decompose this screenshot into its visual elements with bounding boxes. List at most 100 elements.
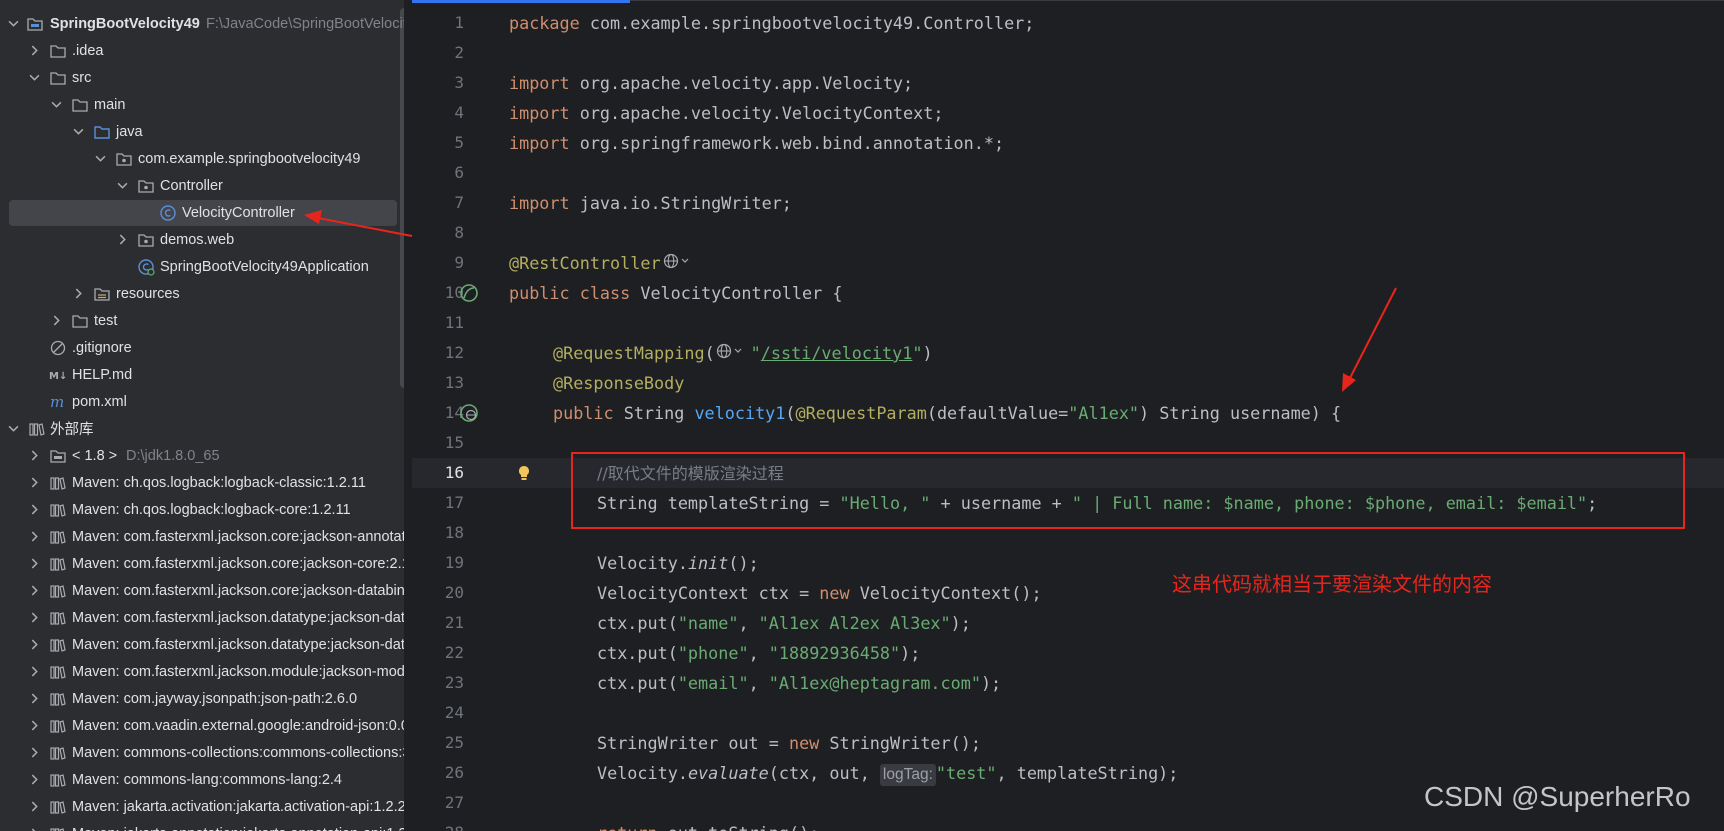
code-line[interactable]: 3 import org.apache.velocity.app.Velocity…: [412, 68, 1724, 98]
code-line[interactable]: 25 StringWriter out = new StringWriter();: [412, 728, 1724, 758]
code-line[interactable]: 22 ctx.put("phone", "18892936458");: [412, 638, 1724, 668]
chevron-right-icon[interactable]: [27, 611, 41, 625]
spring-boot-class-icon: [137, 258, 155, 276]
tree-item-library[interactable]: Maven: ch.qos.logback:logback-classic:1.…: [0, 469, 404, 496]
tree-item-library[interactable]: Maven: com.jayway.jsonpath:json-path:2.6…: [0, 685, 404, 712]
chevron-right-icon[interactable]: [27, 719, 41, 733]
tree-item-library[interactable]: Maven: commons-collections:commons-colle…: [0, 739, 404, 766]
tree-item-velocity-controller[interactable]: VelocityController: [0, 199, 404, 226]
chevron-right-icon[interactable]: [27, 530, 41, 544]
chevron-right-icon[interactable]: [27, 692, 41, 706]
tree-item-library[interactable]: Maven: jakarta.annotation:jakarta.annota…: [0, 820, 404, 831]
code-line[interactable]: 20 VelocityContext ctx = new VelocityCont…: [412, 578, 1724, 608]
code-editor[interactable]: 1 package com.example.springbootvelocity4…: [412, 0, 1724, 831]
code-line[interactable]: 14 public String velocity1(@RequestParam(…: [412, 398, 1724, 428]
code-line[interactable]: 1 package com.example.springbootvelocity4…: [412, 8, 1724, 38]
tree-item-library[interactable]: Maven: com.fasterxml.jackson.core:jackso…: [0, 577, 404, 604]
chevron-down-icon[interactable]: [49, 98, 63, 112]
code-line[interactable]: 9 @RestController: [412, 248, 1724, 278]
chevron-down-icon[interactable]: [6, 422, 20, 436]
tree-item-library[interactable]: Maven: com.fasterxml.jackson.core:jackso…: [0, 523, 404, 550]
code-line[interactable]: 24: [412, 698, 1724, 728]
tree-item-library[interactable]: Maven: com.fasterxml.jackson.core:jackso…: [0, 550, 404, 577]
chevron-right-icon[interactable]: [27, 746, 41, 760]
chevron-down-icon[interactable]: [115, 179, 129, 193]
tree-item-idea[interactable]: .idea: [0, 37, 404, 64]
line-number: 25: [444, 733, 464, 752]
code-line[interactable]: 21 ctx.put("name", "Al1ex Al2ex Al3ex");: [412, 608, 1724, 638]
code-line[interactable]: 5 import org.springframework.web.bind.ann…: [412, 128, 1724, 158]
tree-item-application[interactable]: SpringBootVelocity49Application: [0, 253, 404, 280]
code-text: Velocity.evaluate(ctx, out, logTag: "test…: [597, 758, 1178, 788]
package-icon: [137, 231, 155, 249]
code-line[interactable]: 8: [412, 218, 1724, 248]
chevron-right-icon[interactable]: [71, 287, 85, 301]
tree-item-src[interactable]: src: [0, 64, 404, 91]
tree-item-package[interactable]: com.example.springbootvelocity49: [0, 145, 404, 172]
active-tab-indicator: [412, 0, 630, 3]
tree-item-label: Maven: commons-lang:commons-lang:2.4: [72, 771, 342, 788]
code-line[interactable]: 4 import org.apache.velocity.VelocityCont…: [412, 98, 1724, 128]
chevron-right-icon[interactable]: [27, 773, 41, 787]
chevron-right-icon[interactable]: [115, 233, 129, 247]
chevron-right-icon[interactable]: [27, 584, 41, 598]
tree-item-library[interactable]: Maven: com.fasterxml.jackson.datatype:ja…: [0, 604, 404, 631]
tree-item-gitignore[interactable]: .gitignore: [0, 334, 404, 361]
tree-item-label: resources: [116, 285, 180, 302]
code-line[interactable]: 11: [412, 308, 1724, 338]
chevron-right-icon[interactable]: [27, 557, 41, 571]
tree-item-library[interactable]: Maven: com.fasterxml.jackson.module:jack…: [0, 658, 404, 685]
tree-item-help-md[interactable]: M↓ HELP.md: [0, 361, 404, 388]
chevron-down-icon[interactable]: [6, 17, 20, 31]
code-text: import org.springframework.web.bind.anno…: [509, 133, 1005, 153]
tree-item-controller[interactable]: Controller: [0, 172, 404, 199]
line-number: 27: [444, 793, 464, 812]
tree-item-pom-xml[interactable]: m pom.xml: [0, 388, 404, 415]
tree-root[interactable]: SpringBootVelocity49 F:\JavaCode\SpringB…: [0, 10, 404, 37]
tree-item-library[interactable]: Maven: com.fasterxml.jackson.datatype:ja…: [0, 631, 404, 658]
chevron-right-icon[interactable]: [27, 800, 41, 814]
code-line[interactable]: 28 return out.toString();: [412, 818, 1724, 831]
chevron-right-icon[interactable]: [27, 665, 41, 679]
tree-item-jdk[interactable]: < 1.8 > D:\jdk1.8.0_65: [0, 442, 404, 469]
chevron-right-icon[interactable]: [49, 314, 63, 328]
line-number: 12: [444, 343, 464, 362]
web-endpoint-gutter-icon[interactable]: [459, 403, 479, 423]
tree-item-demos-web[interactable]: demos.web: [0, 226, 404, 253]
tree-item-library[interactable]: Maven: ch.qos.logback:logback-core:1.2.1…: [0, 496, 404, 523]
chevron-right-icon[interactable]: [27, 44, 41, 58]
chevron-right-icon[interactable]: [27, 638, 41, 652]
tree-item-library[interactable]: Maven: com.vaadin.external.google:androi…: [0, 712, 404, 739]
chevron-down-icon[interactable]: [27, 71, 41, 85]
tree-item-java[interactable]: java: [0, 118, 404, 145]
chevron-right-icon[interactable]: [27, 476, 41, 490]
line-number: 16: [444, 463, 464, 482]
chevron-right-icon[interactable]: [27, 827, 41, 831]
tree-external-libraries[interactable]: 外部库: [0, 415, 404, 442]
tree-item-library[interactable]: Maven: commons-lang:commons-lang:2.4: [0, 766, 404, 793]
code-line[interactable]: 19 Velocity.init();: [412, 548, 1724, 578]
tree-item-label: test: [94, 312, 118, 329]
tree-item-test[interactable]: test: [0, 307, 404, 334]
tree-item-label: HELP.md: [72, 366, 133, 383]
tree-item-resources[interactable]: resources: [0, 280, 404, 307]
web-globe-icon[interactable]: [715, 339, 751, 369]
module-folder-icon: [26, 15, 44, 33]
spring-bean-gutter-icon[interactable]: [459, 283, 479, 303]
code-line[interactable]: 13 @ResponseBody: [412, 368, 1724, 398]
tree-item-main[interactable]: main: [0, 91, 404, 118]
code-line[interactable]: 7 import java.io.StringWriter;: [412, 188, 1724, 218]
code-line[interactable]: 23 ctx.put("email", "Al1ex@heptagram.com"…: [412, 668, 1724, 698]
web-globe-icon[interactable]: [663, 249, 691, 279]
code-line[interactable]: 12 @RequestMapping("/ssti/velocity1"): [412, 338, 1724, 368]
chevron-right-icon[interactable]: [27, 449, 41, 463]
lightbulb-icon[interactable]: [515, 464, 533, 482]
code-line[interactable]: 2: [412, 38, 1724, 68]
chevron-right-icon[interactable]: [27, 503, 41, 517]
tree-item-library[interactable]: Maven: jakarta.activation:jakarta.activa…: [0, 793, 404, 820]
code-line[interactable]: 10 public class VelocityController {: [412, 278, 1724, 308]
chevron-down-icon[interactable]: [71, 125, 85, 139]
code-line[interactable]: 6: [412, 158, 1724, 188]
chevron-down-icon[interactable]: [93, 152, 107, 166]
line-number: 11: [444, 313, 464, 332]
